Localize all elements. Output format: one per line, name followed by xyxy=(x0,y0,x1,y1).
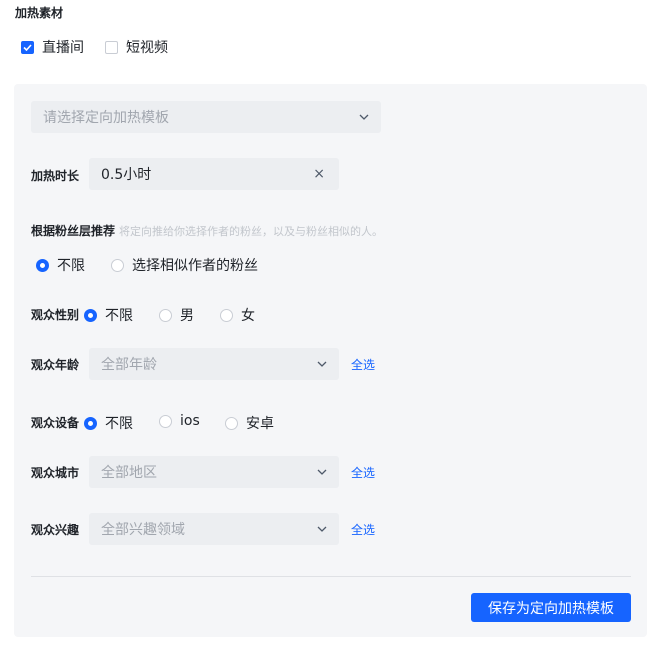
checkbox-live-room[interactable]: 直播间 xyxy=(21,37,84,57)
checkbox-short-video[interactable]: 短视频 xyxy=(105,37,168,57)
checkbox-unchecked-icon xyxy=(105,40,118,54)
radio-device-ios[interactable]: ios xyxy=(159,413,200,429)
radio-label: ios xyxy=(180,413,200,429)
radio-label: 女 xyxy=(241,308,255,324)
divider xyxy=(31,576,631,577)
radio-selected-icon xyxy=(84,308,97,322)
radio-label: 安卓 xyxy=(246,416,274,432)
fans-label-text: 根据粉丝层推荐 xyxy=(31,224,116,238)
age-select-placeholder: 全部年龄 xyxy=(101,357,157,373)
section-title: 加热素材 xyxy=(15,6,64,20)
close-icon[interactable]: × xyxy=(313,167,325,181)
radio-unselected-icon xyxy=(159,308,172,322)
age-select-all-link[interactable]: 全选 xyxy=(351,356,375,373)
chevron-down-icon xyxy=(359,114,369,120)
checkbox-checked-icon xyxy=(21,40,34,54)
age-label: 观众年龄 xyxy=(31,358,80,372)
duration-value: 0.5小时 xyxy=(101,167,152,183)
radio-label: 不限 xyxy=(105,416,133,432)
radio-unselected-icon xyxy=(220,308,233,322)
radio-unselected-icon xyxy=(225,416,238,430)
template-select-placeholder: 请选择定向加热模板 xyxy=(43,110,169,126)
city-select-placeholder: 全部地区 xyxy=(101,465,157,481)
radio-label: 选择相似作者的粉丝 xyxy=(132,258,258,274)
interest-select-all-link[interactable]: 全选 xyxy=(351,521,375,538)
device-label: 观众设备 xyxy=(31,416,80,430)
template-select[interactable]: 请选择定向加热模板 xyxy=(31,101,381,133)
chevron-down-icon xyxy=(317,526,327,532)
radio-gender-unlimited[interactable]: 不限 xyxy=(84,305,133,325)
radio-unselected-icon xyxy=(111,258,124,272)
radio-fans-unlimited[interactable]: 不限 xyxy=(36,255,85,275)
save-template-button[interactable]: 保存为定向加热模板 xyxy=(471,593,631,622)
interest-select-placeholder: 全部兴趣领域 xyxy=(101,522,185,538)
duration-label: 加热时长 xyxy=(31,169,80,183)
city-label: 观众城市 xyxy=(31,466,80,480)
fans-label: 根据粉丝层推荐 将定向推给你选择作者的粉丝，以及与粉丝相似的人。 xyxy=(31,222,383,239)
radio-label: 不限 xyxy=(57,258,85,274)
interest-label: 观众兴趣 xyxy=(31,523,80,537)
chevron-down-icon xyxy=(317,469,327,475)
radio-gender-male[interactable]: 男 xyxy=(159,305,194,325)
checkbox-label: 直播间 xyxy=(42,40,84,56)
fans-hint: 将定向推给你选择作者的粉丝，以及与粉丝相似的人。 xyxy=(119,225,384,238)
checkbox-label: 短视频 xyxy=(126,40,168,56)
radio-label: 男 xyxy=(180,308,194,324)
city-select[interactable]: 全部地区 xyxy=(89,456,339,488)
radio-unselected-icon xyxy=(159,414,172,428)
gender-label: 观众性别 xyxy=(31,308,80,322)
interest-select[interactable]: 全部兴趣领域 xyxy=(89,513,339,545)
radio-fans-similar[interactable]: 选择相似作者的粉丝 xyxy=(111,255,258,275)
radio-device-android[interactable]: 安卓 xyxy=(225,413,274,433)
radio-label: 不限 xyxy=(105,308,133,324)
duration-input[interactable]: 0.5小时 × xyxy=(89,158,339,190)
radio-selected-icon xyxy=(84,416,97,430)
radio-gender-female[interactable]: 女 xyxy=(220,305,255,325)
age-select[interactable]: 全部年龄 xyxy=(89,348,339,380)
city-select-all-link[interactable]: 全选 xyxy=(351,464,375,481)
radio-device-unlimited[interactable]: 不限 xyxy=(84,413,133,433)
radio-selected-icon xyxy=(36,258,49,272)
chevron-down-icon xyxy=(317,361,327,367)
